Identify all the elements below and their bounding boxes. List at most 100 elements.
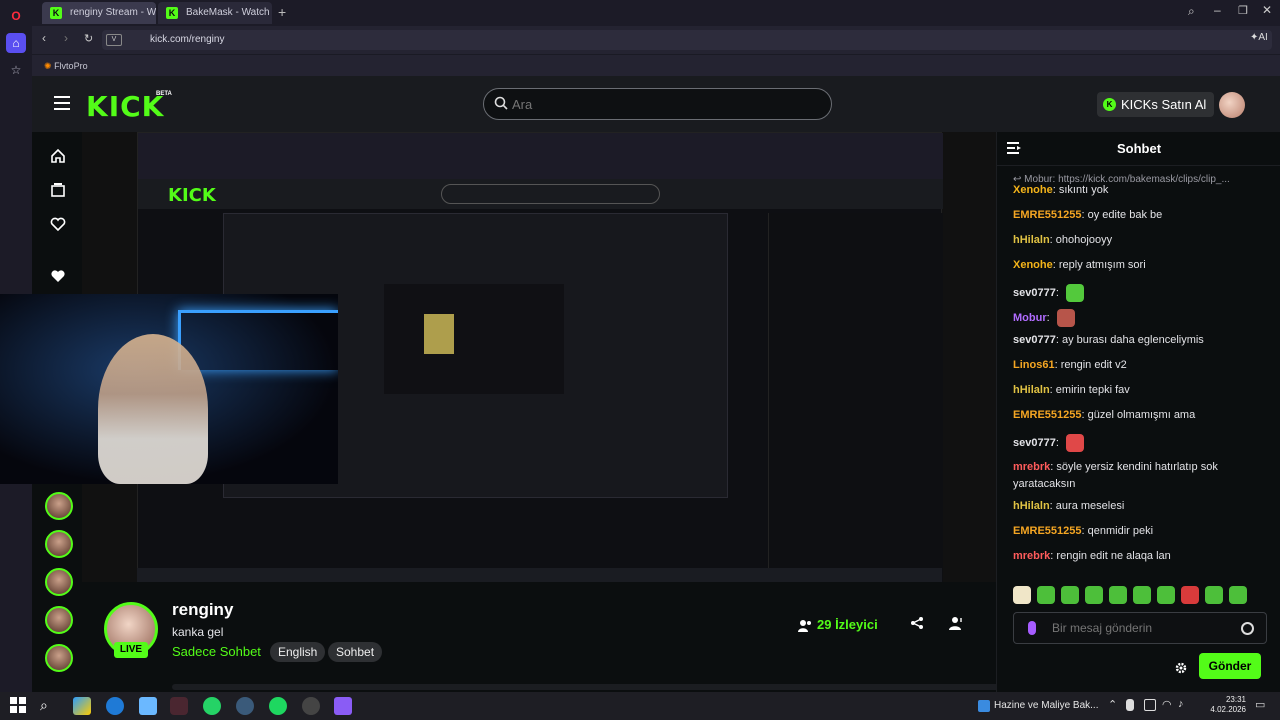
chat-text: oy edite bak be xyxy=(1087,209,1163,221)
chat-username[interactable]: Mobur xyxy=(1013,312,1047,324)
kick-logo[interactable]: KICK xyxy=(86,90,164,123)
emote-icon[interactable] xyxy=(1061,586,1079,604)
follow-user-icon[interactable] xyxy=(949,616,963,630)
emote-icon[interactable] xyxy=(1013,586,1031,604)
minimize-icon[interactable]: – xyxy=(1214,3,1221,17)
bookmark-flvtopro[interactable]: ✺ FlvtoPro xyxy=(44,55,88,77)
chat-username[interactable]: mrebrk xyxy=(1013,461,1050,473)
emote-icon[interactable] xyxy=(1037,586,1055,604)
emote-icon[interactable] xyxy=(1181,586,1199,604)
app-icon[interactable] xyxy=(334,697,352,715)
microphone-icon[interactable] xyxy=(1028,621,1036,635)
chat-username[interactable]: mrebrk xyxy=(1013,550,1050,562)
app-icon[interactable] xyxy=(302,697,320,715)
chat-input-box[interactable] xyxy=(1013,612,1267,644)
chat-username[interactable]: sev0777 xyxy=(1013,437,1056,449)
whatsapp-icon[interactable] xyxy=(203,697,221,715)
volume-icon[interactable]: ♪ xyxy=(1178,698,1184,710)
edge-icon[interactable] xyxy=(106,697,124,715)
stream-category[interactable]: Sadece Sohbet xyxy=(172,644,261,659)
maximize-icon[interactable]: ❐ xyxy=(1238,4,1248,17)
chat-username[interactable]: hHilaln xyxy=(1013,234,1050,246)
taskbar-active-app[interactable]: Hazine ve Maliye Bak... xyxy=(978,692,1099,720)
tab-bakemask[interactable]: K BakeMask - Watch clips o xyxy=(158,2,272,24)
emoji-icon[interactable] xyxy=(1241,622,1254,635)
search-icon[interactable]: ⌕ xyxy=(40,697,58,715)
ai-button[interactable]: ✦AI xyxy=(1250,32,1268,43)
chat-message: mrebrk: söyle yersiz kendini hatırlatıp … xyxy=(1013,459,1243,493)
tray-app-icon[interactable] xyxy=(1144,699,1156,711)
url-field[interactable]: V kick.com/renginy xyxy=(102,30,1272,50)
chat-username[interactable]: sev0777 xyxy=(1013,287,1056,299)
tag-english[interactable]: English xyxy=(270,642,326,662)
new-tab-icon[interactable]: + xyxy=(278,4,286,20)
app-icon[interactable] xyxy=(236,697,254,715)
address-bar: ‹ › ↻ V kick.com/renginy ✦AI xyxy=(32,26,1280,54)
following-heart-icon[interactable] xyxy=(50,216,66,232)
wifi-icon[interactable]: ◠ xyxy=(1162,698,1172,711)
emote-icon[interactable] xyxy=(1205,586,1223,604)
home-icon[interactable]: ⌂ xyxy=(6,33,26,53)
app-icon[interactable] xyxy=(139,697,157,715)
search-tabs-icon[interactable]: ⌕ xyxy=(1188,4,1195,19)
emote-icon[interactable] xyxy=(1229,586,1247,604)
search-box[interactable] xyxy=(483,88,832,120)
streamer-name[interactable]: renginy xyxy=(172,600,233,620)
tray-arrow-icon[interactable]: ⌃ xyxy=(1108,698,1117,711)
search-input[interactable] xyxy=(512,94,812,114)
followed-channel-avatar[interactable] xyxy=(45,530,73,558)
nested-browser-chrome xyxy=(138,133,943,179)
chat-username[interactable]: Linos61 xyxy=(1013,359,1055,371)
opera-taskbar-icon[interactable] xyxy=(170,697,188,715)
copilot-icon[interactable] xyxy=(73,697,91,715)
close-icon[interactable]: ✕ xyxy=(1262,3,1272,17)
emote-icon[interactable] xyxy=(1157,586,1175,604)
forward-icon[interactable]: › xyxy=(64,31,68,45)
nested-chat-panel xyxy=(768,213,943,582)
chat-message: EMRE551255: oy edite bak be xyxy=(1013,209,1162,221)
system-clock[interactable]: 23:31 4.02.2026 xyxy=(1196,695,1246,715)
chat-emote-icon xyxy=(1056,309,1075,327)
reload-icon[interactable]: ↻ xyxy=(84,32,93,45)
notifications-icon[interactable]: ▭ xyxy=(1255,698,1265,711)
menu-icon[interactable] xyxy=(54,96,70,110)
browse-icon[interactable] xyxy=(50,182,66,198)
settings-gear-icon[interactable] xyxy=(1175,662,1187,674)
spotify-icon[interactable] xyxy=(269,697,287,715)
chat-message: Mobur: xyxy=(1013,309,1075,327)
site-info-icon[interactable]: V xyxy=(106,34,122,46)
scroll-track[interactable] xyxy=(172,684,1002,690)
emote-icon[interactable] xyxy=(1109,586,1127,604)
chat-username[interactable]: EMRE551255 xyxy=(1013,525,1082,537)
chat-text: emirin tepki fav xyxy=(1055,384,1130,396)
chat-username[interactable]: Xenohe xyxy=(1013,184,1053,196)
tab-renginy[interactable]: K renginy Stream - Watch L xyxy=(42,2,156,24)
followed-channel-avatar[interactable] xyxy=(45,644,73,672)
opera-logo-icon[interactable]: O xyxy=(6,6,26,26)
chat-text: güzel olmamışmı ama xyxy=(1087,409,1196,421)
followed-channel-avatar[interactable] xyxy=(45,606,73,634)
chat-username[interactable]: hHilaln xyxy=(1013,384,1050,396)
chat-text: sıkıntı yok xyxy=(1058,184,1109,196)
tray-mic-icon[interactable] xyxy=(1126,699,1134,711)
tag-sohbet[interactable]: Sohbet xyxy=(328,642,383,662)
chat-username[interactable]: EMRE551255 xyxy=(1013,409,1082,421)
share-icon[interactable] xyxy=(910,616,924,630)
kicks-buy-button[interactable]: K KICKs Satın Al xyxy=(1097,92,1215,117)
send-button[interactable]: Gönder xyxy=(1199,653,1261,679)
followed-channel-avatar[interactable] xyxy=(45,492,73,520)
chat-username[interactable]: hHilaln xyxy=(1013,500,1050,512)
user-avatar[interactable] xyxy=(1219,92,1245,118)
emote-icon[interactable] xyxy=(1133,586,1151,604)
emote-icon[interactable] xyxy=(1085,586,1103,604)
windows-start-icon[interactable] xyxy=(10,697,28,715)
chat-username[interactable]: Xenohe xyxy=(1013,259,1053,271)
followed-heart-icon[interactable] xyxy=(50,268,66,284)
home-icon[interactable] xyxy=(50,148,66,164)
chat-username[interactable]: EMRE551255 xyxy=(1013,209,1082,221)
back-icon[interactable]: ‹ xyxy=(42,31,46,45)
followed-channel-avatar[interactable] xyxy=(45,568,73,596)
chat-username[interactable]: sev0777 xyxy=(1013,334,1056,346)
chat-input[interactable] xyxy=(1052,619,1232,637)
star-icon[interactable]: ☆ xyxy=(6,60,26,80)
